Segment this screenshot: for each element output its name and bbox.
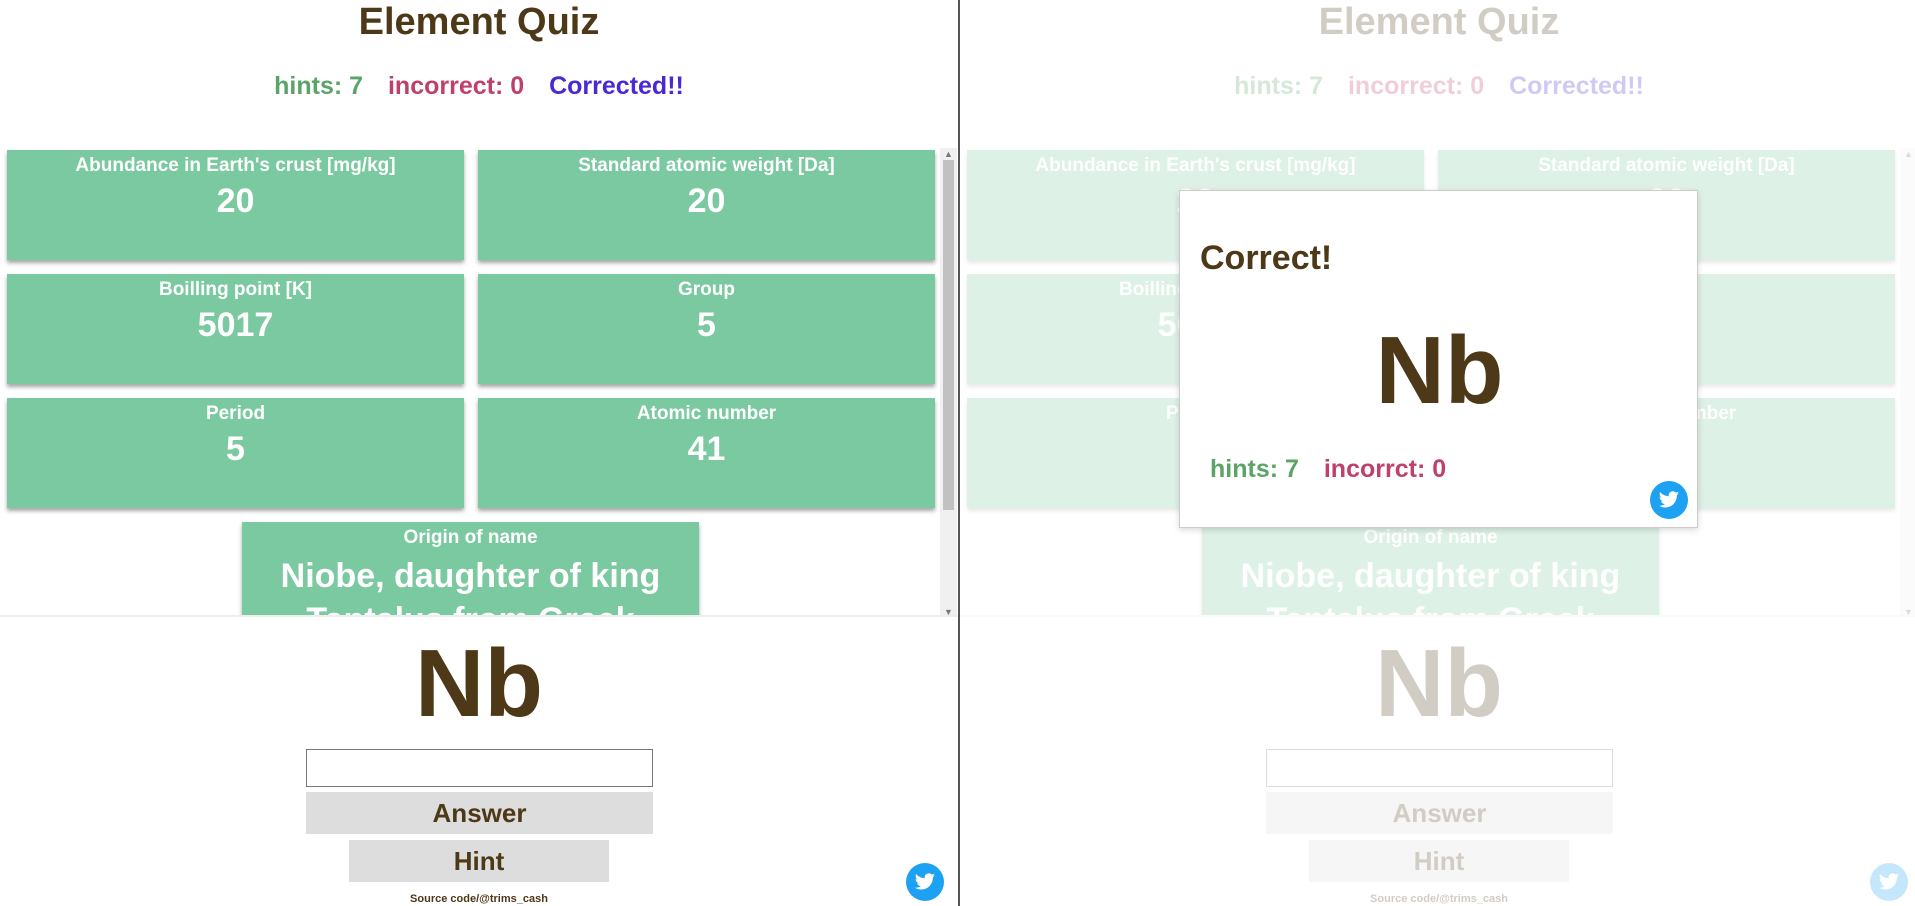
card-label: Boilling point [K] <box>158 279 312 300</box>
hint-button[interactable]: Hint <box>349 840 609 882</box>
card-value: 5017 <box>197 306 274 344</box>
hint-card-origin-of-name: Origin of name Niobe, daughter of king T… <box>242 522 699 618</box>
card-value: 41 <box>687 430 726 468</box>
hint-card-origin-of-name: Origin of name Niobe, daughter of king T… <box>1202 522 1659 618</box>
dialog-element-symbol: Nb <box>1375 317 1504 424</box>
incorrect-count: incorrect: 0 <box>1347 72 1485 100</box>
card-label: Origin of name <box>403 527 538 548</box>
score-stats: hints: 7 incorrect: 0 Corrected!! <box>0 70 958 102</box>
card-value: Niobe, daughter of king Tantalus from Gr… <box>280 557 661 618</box>
card-value: 20 <box>687 182 726 220</box>
hint-card-boiling-point: Boilling point [K] 5017 <box>7 274 464 384</box>
hints-count: hints: 7 <box>1234 72 1324 100</box>
hints-count: hints: 7 <box>274 72 364 100</box>
hint-card-abundance: Abundance in Earth's crust [mg/kg] 20 <box>7 150 464 260</box>
card-label: Group <box>678 279 735 300</box>
dialog-incorrect-count: incorrct: 0 <box>1323 455 1447 483</box>
card-label: Standard atomic weight [Da] <box>1538 155 1795 176</box>
hint-card-atomic-weight: Standard atomic weight [Da] 20 <box>478 150 935 260</box>
answer-input[interactable] <box>306 749 653 787</box>
card-value: 5 <box>226 430 245 468</box>
status-message: Corrected!! <box>1509 72 1644 100</box>
card-value: 5 <box>697 306 716 344</box>
dialog-hints-count: hints: 7 <box>1210 455 1299 483</box>
source-code-link: Source code/@trims_cash <box>1370 893 1508 905</box>
twitter-share-icon[interactable] <box>1650 481 1688 519</box>
element-symbol: Nb <box>415 630 543 737</box>
card-value: Niobe, daughter of king Tantalus from Gr… <box>1240 557 1621 618</box>
element-symbol: Nb <box>1375 630 1503 737</box>
dialog-title: Correct! <box>1200 239 1333 277</box>
cards-scrollbar[interactable]: ▲ ▼ <box>940 148 957 618</box>
card-label: Period <box>205 403 266 424</box>
cards-scrollbar: ▲ ▼ <box>1900 148 1915 618</box>
card-label: Origin of name <box>1363 527 1498 548</box>
source-code-link[interactable]: Source code/@trims_cash <box>0 893 958 905</box>
quiz-pane-left: Element Quiz hints: 7 incorrect: 0 Corre… <box>0 0 958 906</box>
correct-dialog: Correct! Nb hints: 7 incorrct: 0 <box>1179 190 1698 528</box>
card-label: Standard atomic weight [Da] <box>578 155 835 176</box>
hint-cards-container[interactable]: Abundance in Earth's crust [mg/kg] 20 St… <box>0 148 940 618</box>
hint-card-group: Group 5 <box>478 274 935 384</box>
dialog-score-stats: hints: 7 incorrct: 0 <box>1210 455 1464 484</box>
card-value: 20 <box>216 182 255 220</box>
hint-card-atomic-number: Atomic number 41 <box>478 398 935 508</box>
page-title: Element Quiz <box>358 1 600 43</box>
incorrect-count: incorrect: 0 <box>387 72 525 100</box>
page-title: Element Quiz <box>1318 1 1560 43</box>
scroll-up-icon: ▲ <box>1904 149 1913 159</box>
twitter-icon[interactable] <box>906 863 944 901</box>
scroll-up-icon[interactable]: ▲ <box>940 148 957 160</box>
answer-panel: Nb Answer Hint Source code/@trims_cash <box>960 615 1915 906</box>
hint-button: Hint <box>1309 840 1569 882</box>
answer-panel: Nb Answer Hint Source code/@trims_cash <box>0 615 958 906</box>
status-message: Corrected!! <box>549 72 684 100</box>
answer-input <box>1266 749 1613 787</box>
answer-button: Answer <box>1266 792 1613 834</box>
card-label: Abundance in Earth's crust [mg/kg] <box>1035 155 1356 176</box>
twitter-icon <box>1870 863 1908 901</box>
answer-button[interactable]: Answer <box>306 792 653 834</box>
scrollbar-thumb[interactable] <box>943 160 954 510</box>
hint-card-period: Period 5 <box>7 398 464 508</box>
score-stats: hints: 7 incorrect: 0 Corrected!! <box>960 70 1915 102</box>
card-label: Abundance in Earth's crust [mg/kg] <box>75 155 396 176</box>
card-label: Atomic number <box>636 403 777 424</box>
